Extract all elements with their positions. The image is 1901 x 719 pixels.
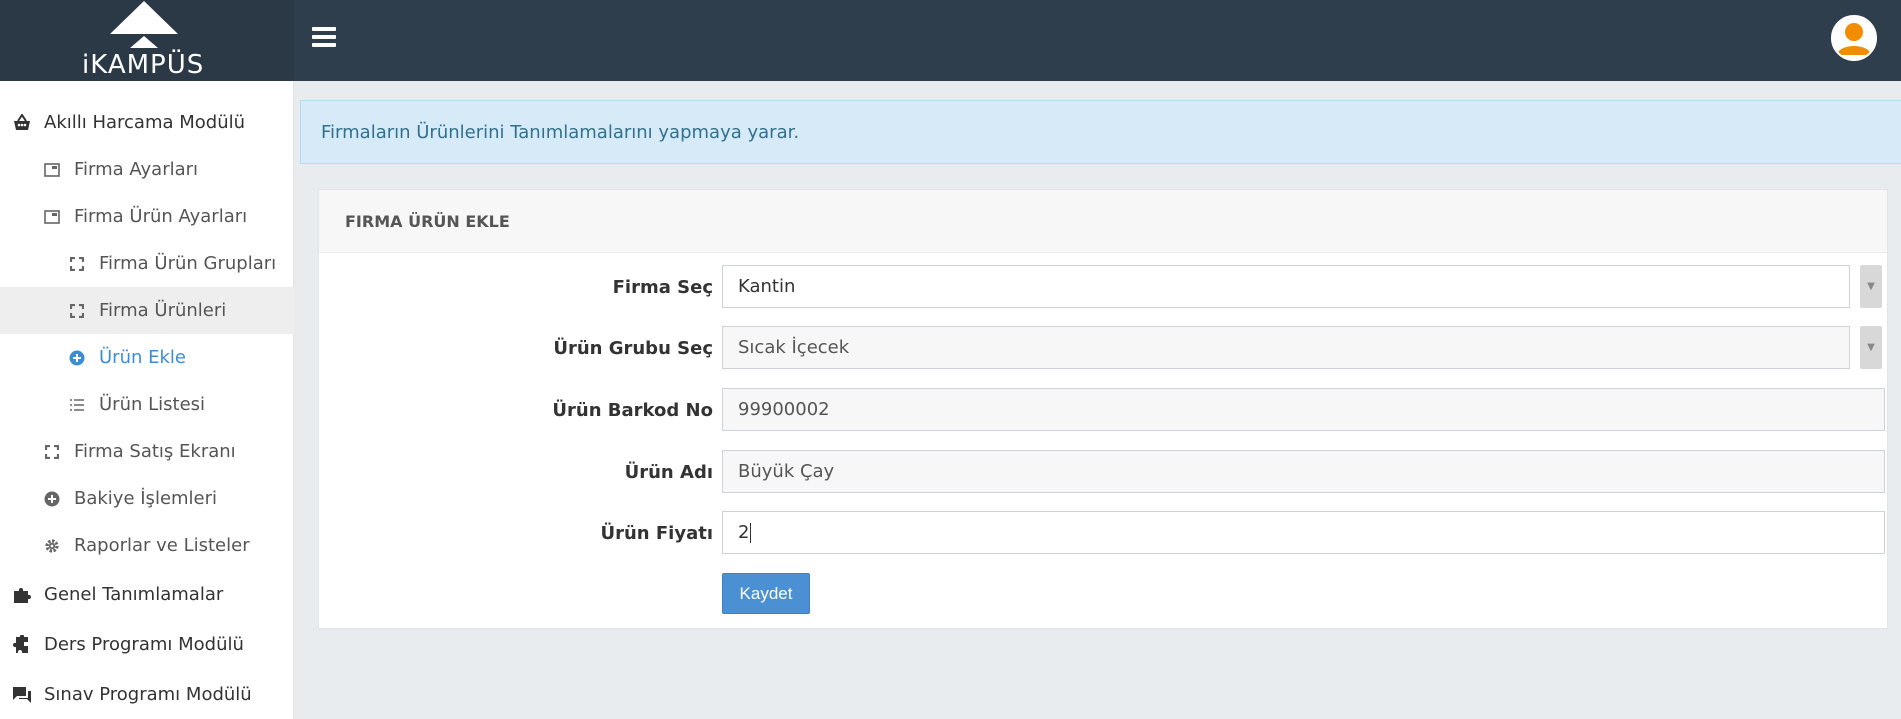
window-icon bbox=[42, 207, 62, 227]
sidebar-item-label: Sınav Programı Modülü bbox=[44, 684, 252, 705]
sidebar-item-label: Bakiye İşlemleri bbox=[74, 488, 218, 509]
puzzle-icon bbox=[12, 634, 32, 655]
logo-mark-icon bbox=[110, 1, 178, 48]
sidebar-item-firma-urun-ayarlari[interactable]: Firma Ürün Ayarları bbox=[0, 193, 294, 240]
sidebar-item-label: Akıllı Harcama Modülü bbox=[44, 112, 246, 133]
expand-icon bbox=[67, 301, 87, 321]
fiyat-value: 2 bbox=[738, 522, 750, 543]
sidebar-item-label: Genel Tanımlamalar bbox=[44, 584, 224, 605]
text-cursor bbox=[750, 522, 752, 543]
sidebar-item-firma-urun-gruplari[interactable]: Firma Ürün Grupları bbox=[0, 240, 294, 287]
sidebar-item-ders-programi[interactable]: Ders Programı Modülü bbox=[0, 621, 294, 668]
save-button[interactable]: Kaydet bbox=[722, 573, 810, 614]
sidebar-item-genel-tanimlamalar[interactable]: Genel Tanımlamalar bbox=[0, 571, 294, 618]
firma-select[interactable]: Kantin bbox=[722, 265, 1850, 308]
window-icon bbox=[42, 160, 62, 180]
sidebar-item-label: Firma Ayarları bbox=[74, 159, 199, 180]
grup-label: Ürün Grubu Seç bbox=[553, 337, 713, 359]
info-alert: Firmaların Ürünlerini Tanımlamalarını ya… bbox=[300, 100, 1901, 164]
gear-icon bbox=[42, 536, 62, 556]
fiyat-label: Ürün Fiyatı bbox=[600, 522, 713, 544]
logo-text: iKAMPÜS bbox=[82, 50, 205, 80]
sidebar-item-urun-ekle[interactable]: Ürün Ekle bbox=[0, 334, 294, 381]
sidebar-item-firma-ayarlari[interactable]: Firma Ayarları bbox=[0, 146, 294, 193]
expand-icon bbox=[67, 254, 87, 274]
sidebar-item-urun-listesi[interactable]: Ürün Listesi bbox=[0, 381, 294, 428]
sidebar-item-label: Ürün Ekle bbox=[99, 347, 186, 368]
sidebar-item-label: Ürün Listesi bbox=[99, 394, 206, 415]
sidebar-item-sinav-programi[interactable]: Sınav Programı Modülü bbox=[0, 671, 294, 718]
sidebar-item-label: Firma Ürün Grupları bbox=[99, 253, 277, 274]
menu-toggle-icon[interactable] bbox=[312, 27, 336, 47]
urun-adi-input[interactable]: Büyük Çay bbox=[722, 450, 1885, 493]
sidebar-item-label: Ders Programı Modülü bbox=[44, 634, 244, 655]
puzzle-icon bbox=[12, 585, 32, 605]
sidebar-item-firma-satis-ekrani[interactable]: Firma Satış Ekranı bbox=[0, 428, 294, 475]
sidebar-item-label: Raporlar ve Listeler bbox=[74, 535, 250, 556]
barkod-label: Ürün Barkod No bbox=[552, 399, 713, 421]
basket-icon bbox=[12, 113, 32, 133]
chevron-down-icon[interactable]: ▼ bbox=[1860, 326, 1882, 369]
user-avatar[interactable] bbox=[1831, 15, 1877, 61]
expand-icon bbox=[42, 442, 62, 462]
chevron-down-icon[interactable]: ▼ bbox=[1860, 265, 1882, 308]
form-row-firma: Firma Seç Kantin ▼ bbox=[319, 265, 1889, 309]
form-row-grup: Ürün Grubu Seç Sıcak İçecek ▼ bbox=[319, 326, 1889, 370]
chat-icon bbox=[12, 685, 32, 705]
product-form-panel: FIRMA ÜRÜN EKLE Firma Seç Kantin ▼ Ürün … bbox=[318, 189, 1888, 629]
fiyat-input[interactable]: 2 bbox=[722, 511, 1885, 554]
sidebar: Akıllı Harcama Modülü Firma Ayarları Fir… bbox=[0, 81, 294, 719]
user-icon bbox=[1833, 17, 1875, 59]
list-icon bbox=[67, 395, 87, 415]
urun-adi-value: Büyük Çay bbox=[738, 461, 835, 482]
form-row-ad: Ürün Adı Büyük Çay bbox=[319, 450, 1889, 494]
grup-select-value: Sıcak İçecek bbox=[738, 337, 850, 358]
sidebar-item-raporlar[interactable]: Raporlar ve Listeler bbox=[0, 522, 294, 569]
form-row-barkod: Ürün Barkod No 99900002 bbox=[319, 388, 1889, 432]
firma-select-value: Kantin bbox=[738, 276, 796, 297]
logo[interactable]: iKAMPÜS bbox=[0, 0, 294, 81]
sidebar-item-label: Firma Satış Ekranı bbox=[74, 441, 236, 462]
sidebar-item-bakiye-islemleri[interactable]: Bakiye İşlemleri bbox=[0, 475, 294, 522]
panel-title: FIRMA ÜRÜN EKLE bbox=[319, 190, 1887, 253]
sidebar-item-akilli-harcama[interactable]: Akıllı Harcama Modülü bbox=[0, 99, 294, 146]
ad-label: Ürün Adı bbox=[624, 461, 713, 483]
firma-label: Firma Seç bbox=[612, 276, 713, 298]
plus-circle-icon bbox=[67, 348, 87, 368]
sidebar-item-label: Firma Ürünleri bbox=[99, 300, 227, 321]
plus-circle-icon bbox=[42, 489, 62, 509]
sidebar-item-label: Firma Ürün Ayarları bbox=[74, 206, 248, 227]
info-text: Firmaların Ürünlerini Tanımlamalarını ya… bbox=[321, 121, 800, 143]
top-bar: iKAMPÜS bbox=[0, 0, 1901, 81]
grup-select[interactable]: Sıcak İçecek bbox=[722, 326, 1850, 369]
barkod-value: 99900002 bbox=[738, 399, 830, 420]
barkod-input[interactable]: 99900002 bbox=[722, 388, 1885, 431]
sidebar-item-firma-urunleri[interactable]: Firma Ürünleri bbox=[0, 287, 294, 334]
form-row-fiyat: Ürün Fiyatı 2 bbox=[319, 511, 1889, 555]
